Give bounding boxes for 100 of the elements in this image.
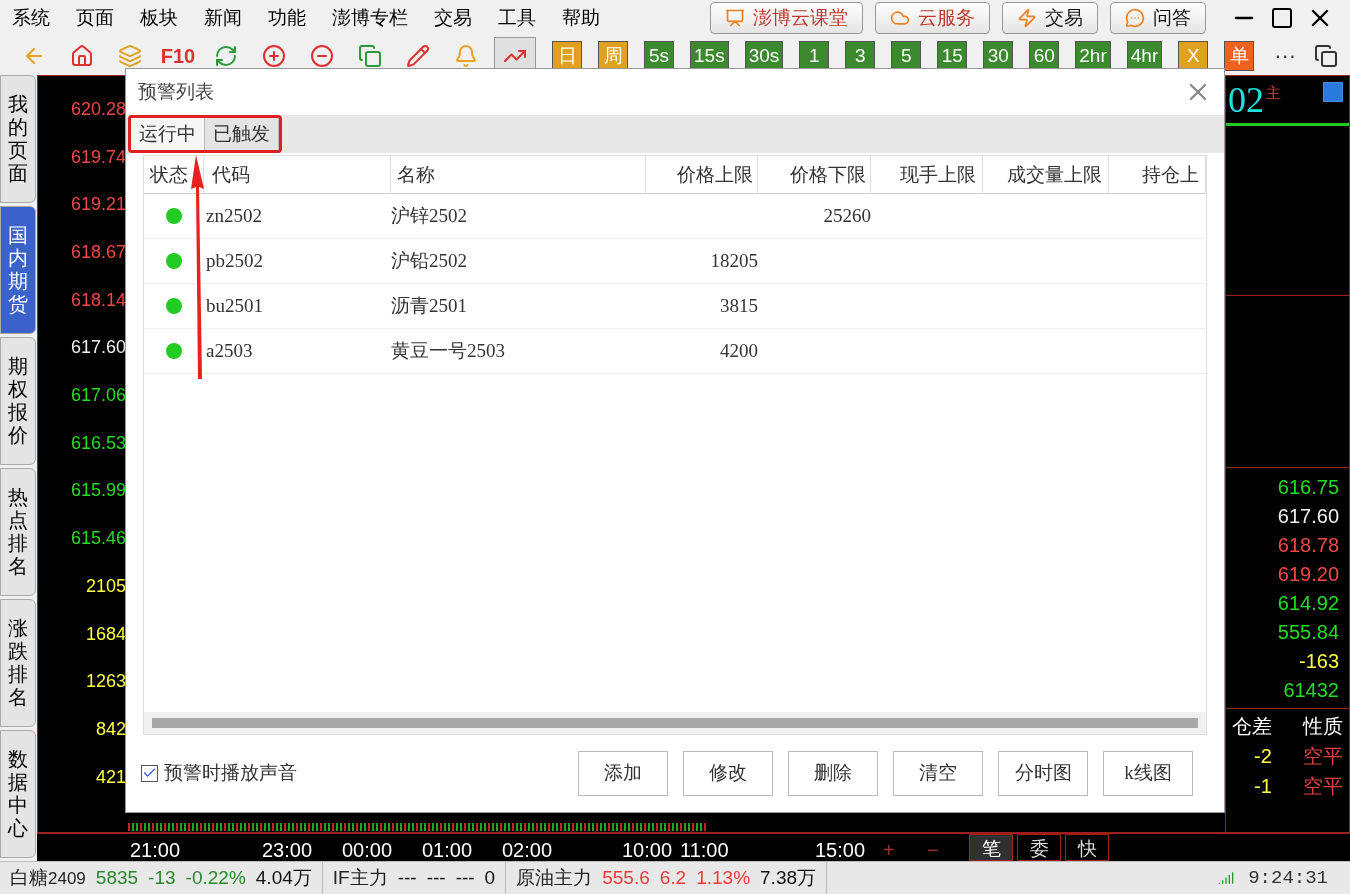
axis-label: 617.06	[70, 384, 126, 408]
menu-item[interactable]: 新闻	[204, 4, 242, 33]
header-button[interactable]: 澎博云课堂	[710, 2, 863, 35]
column-header[interactable]: 价格下限	[790, 164, 866, 185]
trade-nature: 空平	[1303, 744, 1343, 769]
side-tab[interactable]: 热点排名	[0, 468, 36, 596]
axis-label: 2105	[85, 574, 126, 598]
sound-checkbox[interactable]: 预警时播放声音	[141, 759, 297, 788]
detail-tab[interactable]: 快	[1065, 834, 1109, 861]
column-header[interactable]: 现手上限	[900, 164, 976, 185]
axis-label: 619.74	[70, 145, 126, 169]
quote-name[interactable]: 原油主力	[516, 863, 593, 893]
dialog-button[interactable]: 分时图	[998, 751, 1088, 796]
side-tab[interactable]: 我的页面	[0, 75, 36, 203]
chat-icon	[1125, 8, 1145, 29]
column-header[interactable]: 名称	[397, 164, 435, 185]
detail-tab[interactable]: 笔	[969, 834, 1013, 861]
column-header[interactable]: 持仓上	[1142, 164, 1199, 185]
dialog-tab[interactable]: 运行中	[131, 118, 205, 150]
period-button[interactable]: 15s	[690, 40, 729, 71]
column-header: 性质	[1303, 714, 1343, 739]
menu-item[interactable]: 交易	[434, 4, 472, 33]
square-icon	[1323, 82, 1343, 102]
column-header[interactable]: 状态	[150, 164, 188, 185]
dialog-button[interactable]: 修改	[683, 751, 773, 796]
period-button[interactable]: 15	[937, 40, 968, 71]
dialog-title: 预警列表	[138, 79, 214, 104]
header-button[interactable]: 问答	[1110, 2, 1206, 35]
price-cell: 25260	[823, 204, 871, 226]
column-header[interactable]: 价格上限	[677, 164, 753, 185]
quote-value: 614.92	[1277, 591, 1339, 616]
menu-item[interactable]: 页面	[76, 4, 114, 33]
window-icon	[1314, 43, 1339, 68]
quote-price: ---	[397, 865, 417, 890]
quote-value: -163	[1298, 649, 1339, 674]
dialog-button[interactable]: 添加	[578, 751, 668, 796]
dialog-button[interactable]: k线图	[1103, 751, 1193, 796]
time-label: 21:00	[130, 838, 181, 863]
maximize-icon[interactable]	[1270, 6, 1294, 31]
dialog-button[interactable]: 删除	[788, 751, 878, 796]
quote-percent: -0.22%	[185, 865, 246, 890]
time-label: 11:00	[680, 838, 729, 863]
side-tab[interactable]: 期权报价	[0, 337, 36, 465]
period-button[interactable]: 30s	[744, 40, 784, 71]
time-label: 10:00	[622, 838, 673, 863]
more-button[interactable]: ···	[1274, 39, 1297, 73]
quote-percent: 1.13%	[696, 865, 751, 890]
header-button[interactable]: 交易	[1002, 2, 1098, 35]
quote-change: -13	[148, 865, 176, 890]
period-button[interactable]: 4hr	[1126, 40, 1163, 71]
axis-label: 617.60	[70, 336, 126, 360]
price-cell: 4200	[720, 339, 758, 361]
code-cell-text: a2503	[205, 338, 254, 363]
axis-label: 618.14	[70, 288, 126, 312]
position-diff: -2	[1254, 744, 1272, 769]
detail-tab[interactable]: 委	[1017, 834, 1061, 861]
side-tab[interactable]: 数据中心	[0, 730, 36, 858]
quote-name[interactable]: 白糖2409	[10, 863, 86, 893]
column-header: 仓差	[1232, 714, 1272, 739]
menu-item[interactable]: 工具	[498, 4, 536, 33]
period-button[interactable]: 60	[1029, 40, 1060, 71]
quote-value: 555.84	[1277, 620, 1339, 645]
code-cell-text: pb2502	[205, 248, 264, 273]
f10-button[interactable]: F10	[158, 37, 198, 74]
quote-value: 618.78	[1277, 533, 1339, 558]
menu-item[interactable]: 澎博专栏	[332, 4, 408, 33]
period-button[interactable]: 5	[891, 40, 922, 71]
horizontal-scrollbar[interactable]	[144, 712, 1206, 734]
quote-price: 555.6	[602, 865, 650, 890]
column-header[interactable]: 成交量上限	[1007, 164, 1102, 185]
axis-label: 618.67	[70, 241, 126, 265]
name-cell-text: 沪铅2502	[391, 248, 468, 273]
period-button[interactable]: 5s	[644, 40, 674, 71]
side-tab[interactable]: 涨跌排名	[0, 599, 36, 727]
axis-label: 1263	[85, 670, 126, 694]
column-header[interactable]: 代码	[212, 164, 250, 185]
trade-nature: 空平	[1303, 774, 1343, 799]
dialog-button[interactable]: 清空	[893, 751, 983, 796]
time-label: 23:00	[262, 838, 313, 863]
period-button[interactable]: 3	[845, 40, 876, 71]
quote-value: 61432	[1283, 678, 1339, 703]
quote-name[interactable]: IF主力	[332, 863, 388, 893]
clock-time: 9:24:31	[1248, 865, 1328, 891]
period-button[interactable]: 1	[799, 40, 830, 71]
axis-label: 619.21	[70, 193, 126, 217]
menu-item[interactable]: 系统	[12, 4, 50, 33]
menu-item[interactable]: 帮助	[562, 4, 600, 33]
price-cell: 18205	[710, 249, 758, 271]
quote-change: 6.2	[659, 865, 687, 890]
contract-code: 02	[1228, 82, 1264, 118]
menu-item[interactable]: 功能	[268, 4, 306, 33]
period-button[interactable]: 30	[983, 40, 1014, 71]
quote-value: 616.75	[1277, 475, 1339, 500]
quote-volume: 7.38万	[760, 865, 816, 890]
name-cell-text: 黄豆一号2503	[391, 338, 506, 363]
side-tab[interactable]: 国内期货	[0, 206, 36, 334]
dialog-tab[interactable]: 已触发	[205, 118, 279, 150]
period-button[interactable]: 2hr	[1075, 40, 1111, 71]
menu-item[interactable]: 板块	[140, 4, 178, 33]
header-button[interactable]: 云服务	[875, 2, 990, 35]
